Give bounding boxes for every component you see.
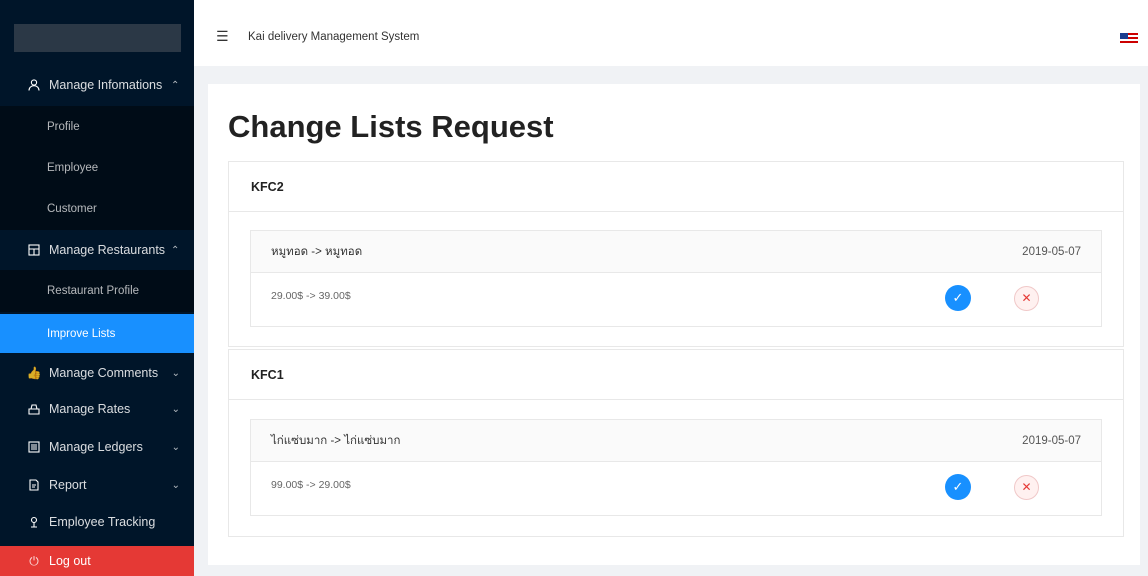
report-icon — [27, 478, 41, 492]
chevron-down-icon: ⌄ — [171, 479, 180, 491]
price-change: 29.00$ -> 39.00$ — [271, 290, 351, 302]
chevron-down-icon: ⌄ — [171, 441, 180, 453]
menu-label: Manage Infomations — [49, 78, 163, 92]
app-title: Kai delivery Management System — [248, 31, 420, 43]
request-card: KFC1 ไก่แซ่บมาก -> ไก่แซ่บมาก 2019-05-07… — [228, 349, 1124, 537]
ledger-icon — [27, 440, 41, 454]
submenu-label: Employee — [47, 161, 99, 174]
submenu-label: Restaurant Profile — [47, 285, 140, 297]
approve-button[interactable]: ✓ — [945, 285, 971, 311]
logout-button[interactable]: ⏻ Log out — [0, 546, 194, 576]
submenu-label: Profile — [47, 120, 80, 133]
price-change: 99.00$ -> 29.00$ — [271, 479, 351, 491]
submenu-label: Customer — [47, 203, 97, 215]
request-card: KFC2 หมูทอด -> หมูทอด 2019-05-07 29.00$ … — [228, 161, 1124, 347]
menu-label: Employee Tracking — [49, 515, 156, 529]
submenu-restaurant-profile[interactable]: Restaurant Profile — [0, 270, 194, 312]
menu-label: Log out — [49, 554, 91, 568]
menu-label: Manage Restaurants — [49, 243, 166, 257]
menu-manage-ledgers[interactable]: Manage Ledgers ⌄ — [0, 430, 194, 464]
change-item: ไก่แซ่บมาก -> ไก่แซ่บมาก 2019-05-07 99.0… — [250, 419, 1102, 516]
us-flag-icon[interactable] — [1120, 33, 1138, 45]
submenu-customer[interactable]: Customer — [0, 188, 194, 230]
menu-label: Manage Ledgers — [49, 440, 143, 454]
content-panel: Change Lists Request KFC2 หมูทอด -> หมูท… — [208, 84, 1140, 565]
change-item-head: ไก่แซ่บมาก -> ไก่แซ่บมาก 2019-05-07 — [251, 420, 1101, 462]
name-change: หมูทอด -> หมูทอด — [271, 245, 363, 258]
page-title: Change Lists Request — [228, 109, 554, 144]
menu-fold-icon[interactable]: ☰ — [216, 28, 229, 45]
submenu-improve-lists[interactable]: Improve Lists — [0, 314, 194, 353]
menu-label: Report — [49, 478, 87, 492]
logo — [14, 24, 181, 52]
request-date: 2019-05-07 — [1022, 435, 1081, 447]
name-change: ไก่แซ่บมาก -> ไก่แซ่บมาก — [271, 434, 401, 447]
menu-manage-rates[interactable]: Manage Rates ⌄ — [0, 392, 194, 426]
logout-icon: ⏻ — [29, 553, 39, 568]
menu-manage-comments[interactable]: 👍 Manage Comments ⌄ — [0, 356, 194, 390]
change-item: หมูทอด -> หมูทอด 2019-05-07 29.00$ -> 39… — [250, 230, 1102, 327]
chevron-down-icon: ⌄ — [171, 367, 180, 379]
menu-employee-tracking[interactable]: Employee Tracking — [0, 505, 194, 539]
reject-button[interactable]: ✕ — [1014, 286, 1039, 311]
chevron-down-icon: ⌄ — [171, 403, 180, 415]
submenu-label: Improve Lists — [47, 327, 116, 340]
tracking-icon — [27, 515, 41, 529]
approve-button[interactable]: ✓ — [945, 474, 971, 500]
menu-report[interactable]: Report ⌄ — [0, 468, 194, 502]
menu-label: Manage Comments — [49, 366, 159, 380]
menu-label: Manage Rates — [49, 402, 131, 416]
submenu-employee[interactable]: Employee — [0, 147, 194, 188]
card-title: KFC1 — [229, 350, 1123, 400]
change-item-head: หมูทอด -> หมูทอด 2019-05-07 — [251, 231, 1101, 273]
menu-manage-restaurants[interactable]: Manage Restaurants ⌃ — [0, 230, 194, 270]
request-date: 2019-05-07 — [1022, 246, 1081, 258]
card-title: KFC2 — [229, 162, 1123, 212]
chevron-up-icon: ⌃ — [171, 79, 180, 91]
rate-icon — [27, 402, 41, 416]
reject-button[interactable]: ✕ — [1014, 475, 1039, 500]
submenu-profile[interactable]: Profile — [0, 106, 194, 147]
menu-manage-infomations[interactable]: Manage Infomations ⌃ — [0, 67, 194, 103]
shop-icon — [27, 243, 41, 257]
like-icon: 👍 — [26, 366, 42, 380]
header: ☰ Kai delivery Management System — [194, 0, 1148, 66]
user-icon — [27, 78, 41, 92]
chevron-up-icon: ⌃ — [171, 244, 180, 256]
sidebar: Manage Infomations ⌃ Profile Employee Cu… — [0, 0, 194, 576]
